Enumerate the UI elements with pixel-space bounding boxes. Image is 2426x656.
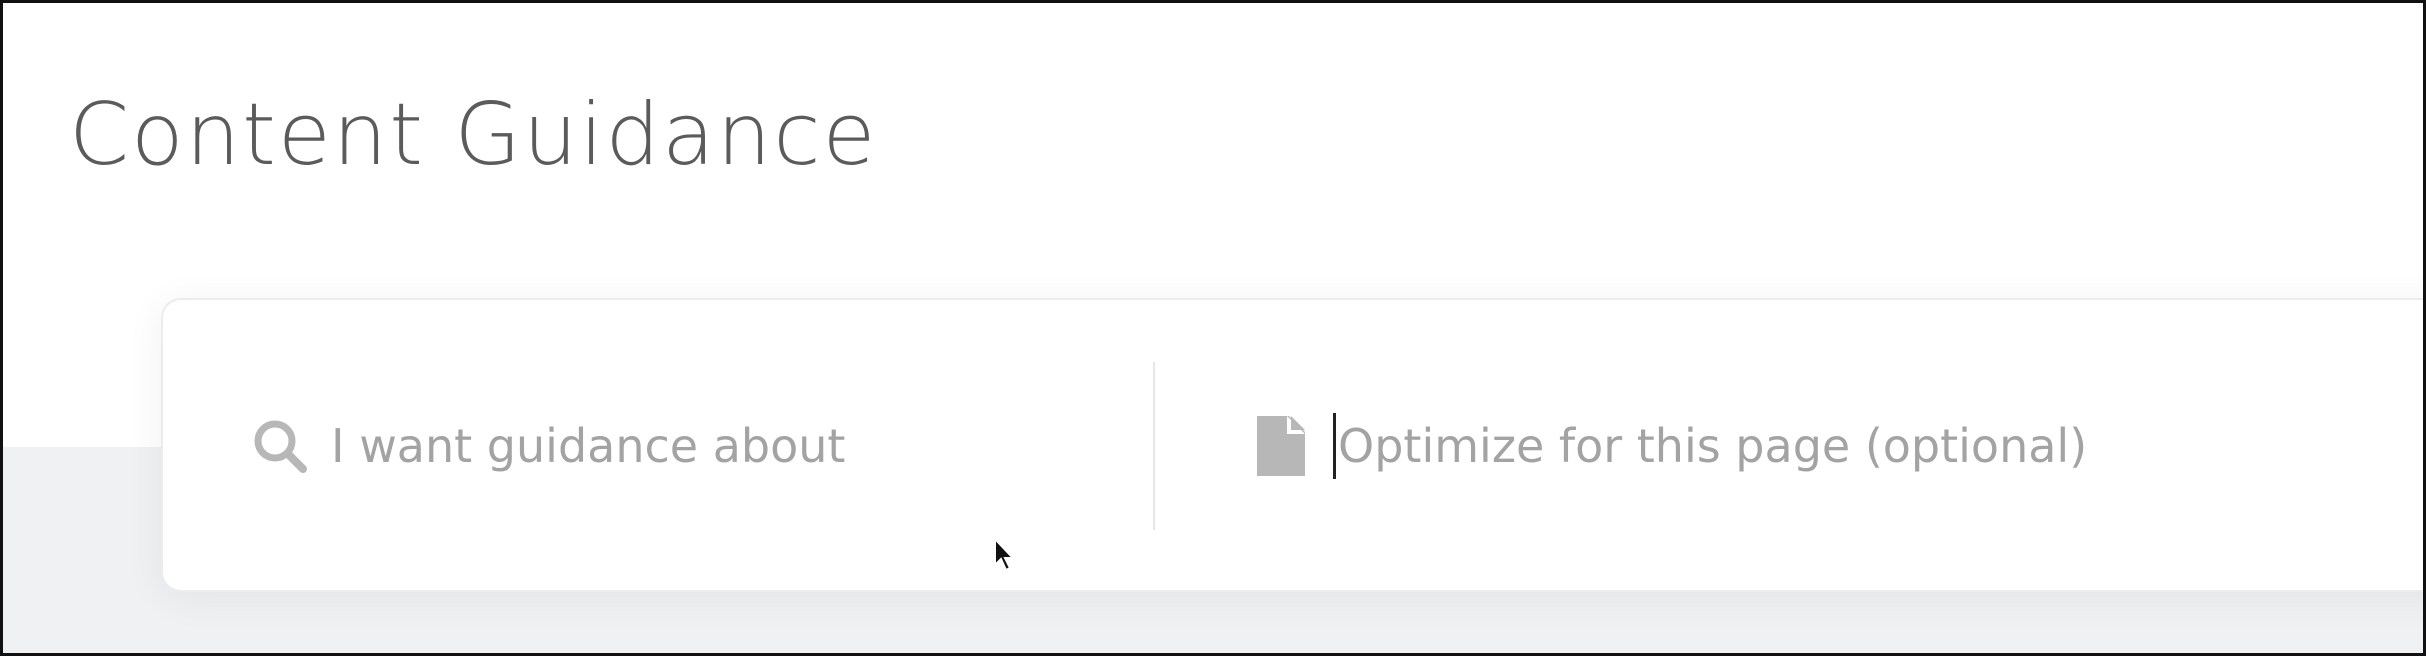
- document-icon: [1257, 416, 1305, 476]
- topic-field[interactable]: [251, 408, 1111, 484]
- search-icon: [254, 420, 307, 473]
- field-divider: [1153, 362, 1155, 530]
- page-field[interactable]: [1255, 408, 2405, 484]
- text-caret: [1333, 413, 1336, 479]
- app-window: Content Guidance: [0, 0, 2426, 656]
- mouse-pointer-icon: [994, 537, 1016, 572]
- topic-search-input[interactable]: [331, 408, 1111, 484]
- guidance-search-card: [161, 298, 2425, 592]
- field-divider-right: [2423, 362, 2425, 530]
- page-url-input[interactable]: [1338, 408, 2405, 484]
- page-title: Content Guidance: [69, 85, 878, 185]
